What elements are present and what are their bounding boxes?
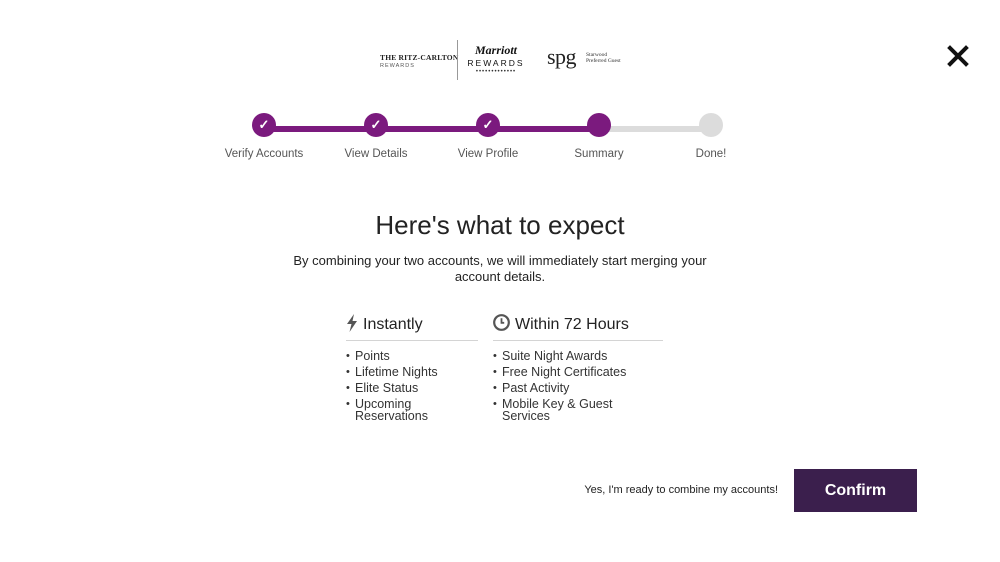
ritz-logo-subtitle: REWARDS: [380, 63, 415, 69]
step-pending-circle: [699, 113, 723, 137]
spg-logo: spg Starwood Preferred Guest: [547, 44, 621, 70]
lightning-icon: [346, 313, 358, 337]
spg-logo-subtitle: Starwood Preferred Guest: [586, 52, 621, 64]
list-item: Points: [346, 350, 478, 363]
instantly-list: Points Lifetime Nights Elite Status Upco…: [346, 350, 478, 423]
marriott-rewards-logo: Marriott REWARDS •••••••••••••: [466, 44, 526, 75]
ritz-carlton-rewards-logo: THE RITZ-CARLTON REWARDS: [380, 53, 459, 69]
instantly-column: Instantly Points Lifetime Nights Elite S…: [346, 312, 478, 426]
within-72-hours-column: Within 72 Hours Suite Night Awards Free …: [493, 312, 663, 426]
step-view-details: ✓ View Details: [331, 113, 421, 161]
step-view-profile: ✓ View Profile: [443, 113, 533, 161]
page-title: Here's what to expect: [375, 210, 625, 240]
step-label: Done!: [695, 148, 727, 160]
within-72-hours-title: Within 72 Hours: [515, 316, 629, 333]
marriott-logo-wordmark: Marriott: [474, 43, 517, 57]
list-item: Elite Status: [346, 382, 478, 395]
list-item: Free Night Certificates: [493, 366, 663, 379]
step-done: Done!: [666, 113, 756, 161]
confirm-button[interactable]: Confirm: [794, 469, 917, 512]
ritz-logo-title: THE RITZ-CARLTON: [380, 53, 459, 62]
close-icon: [947, 45, 969, 67]
progress-stepper: ✓ Verify Accounts ✓ View Details ✓ View …: [0, 113, 1000, 183]
clock-icon: [493, 314, 510, 336]
step-label: View Details: [344, 148, 408, 160]
spg-logo-wordmark: spg: [547, 44, 577, 69]
marriott-logo-dots: •••••••••••••: [475, 69, 517, 75]
step-verify-accounts: ✓ Verify Accounts: [219, 113, 309, 161]
step-label: View Profile: [457, 148, 519, 160]
close-button[interactable]: [944, 42, 972, 70]
list-item: Past Activity: [493, 382, 663, 395]
instantly-title: Instantly: [363, 316, 423, 333]
list-item: Suite Night Awards: [493, 350, 663, 363]
step-complete-check-icon: ✓: [476, 113, 500, 137]
marriott-logo-rewards: REWARDS: [467, 58, 525, 68]
instantly-header: Instantly: [346, 312, 478, 341]
logo-divider: [457, 40, 458, 80]
confirm-prompt-text: Yes, I'm ready to combine my accounts!: [584, 484, 778, 496]
step-label: Summary: [574, 148, 624, 160]
brand-logos: THE RITZ-CARLTON REWARDS Marriott REWARD…: [0, 40, 1000, 82]
within-72-hours-header: Within 72 Hours: [493, 312, 663, 341]
page-description: By combining your two accounts, we will …: [293, 253, 707, 284]
progress-track-completed: [264, 126, 599, 132]
step-label: Verify Accounts: [224, 148, 304, 160]
step-current-circle: [587, 113, 611, 137]
step-complete-check-icon: ✓: [252, 113, 276, 137]
list-item: Lifetime Nights: [346, 366, 478, 379]
step-summary: Summary: [554, 113, 644, 161]
list-item: Mobile Key & Guest Services: [493, 398, 663, 423]
step-complete-check-icon: ✓: [364, 113, 388, 137]
within-72-hours-list: Suite Night Awards Free Night Certificat…: [493, 350, 663, 423]
list-item: Upcoming Reservations: [346, 398, 478, 423]
